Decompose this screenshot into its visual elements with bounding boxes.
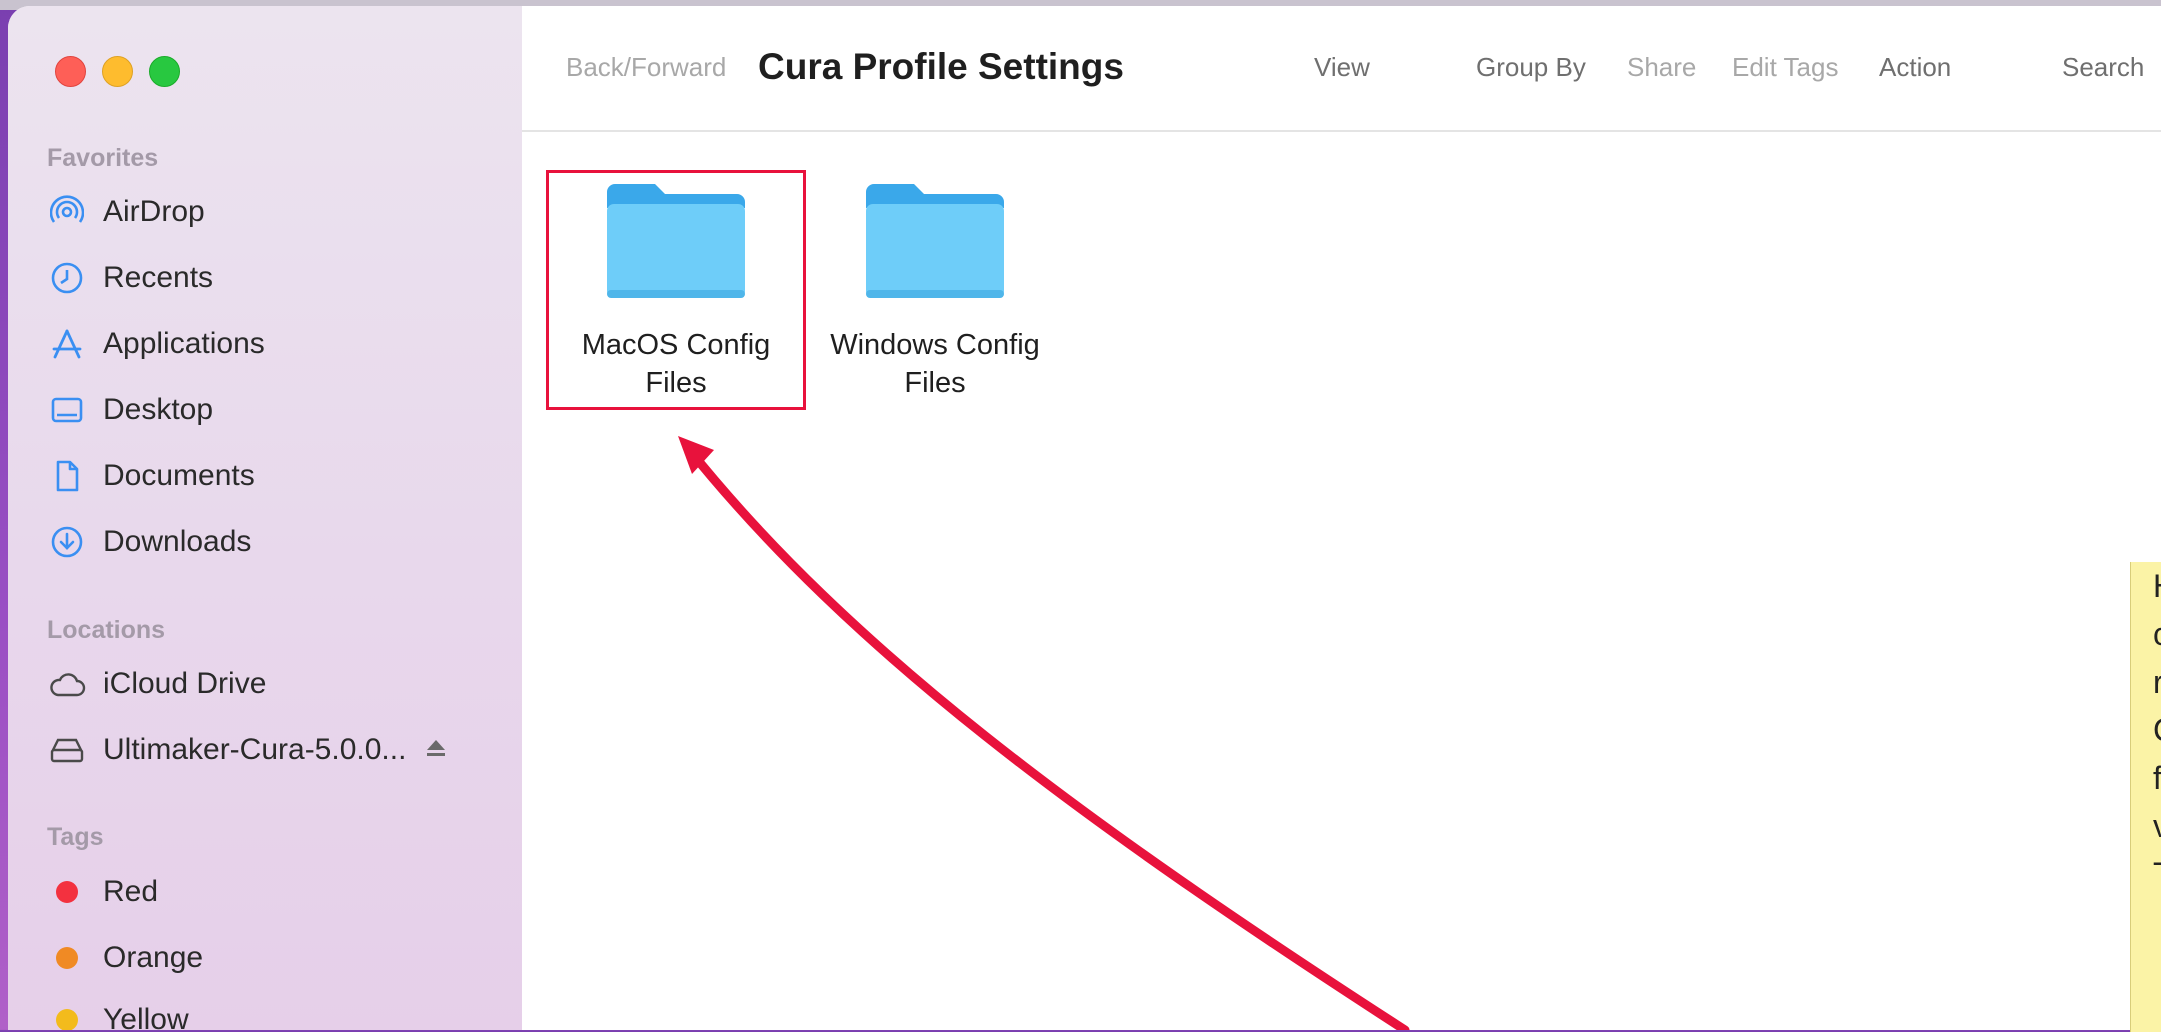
sidebar-tag-yellow[interactable]: Yellow: [47, 996, 487, 1030]
clock-icon: [47, 258, 87, 298]
highlight-box: [546, 170, 806, 410]
eject-icon[interactable]: [424, 733, 448, 767]
disk-icon: [47, 730, 87, 770]
sidebar-item-airdrop[interactable]: AirDrop: [47, 188, 487, 236]
desktop-icon: [47, 390, 87, 430]
minimize-button[interactable]: [102, 56, 133, 87]
toolbar: Back/Forward Cura Profile Settings View …: [522, 6, 2161, 132]
tag-color-dot: [56, 947, 78, 969]
note-line: c: [2153, 616, 2161, 652]
note-line: r: [2153, 664, 2161, 700]
note-line: H: [2131, 562, 2161, 610]
note-line: T: [2131, 850, 2161, 898]
sidebar-item-ultimaker-disk[interactable]: Ultimaker-Cura-5.0.0...: [47, 726, 487, 774]
sidebar-tag-red[interactable]: Red: [47, 868, 487, 916]
close-button[interactable]: [55, 56, 86, 87]
sidebar-tag-orange[interactable]: Orange: [47, 934, 487, 982]
note-line: C: [2131, 706, 2161, 754]
finder-window: Favorites AirDrop Recents Applications D…: [8, 6, 2161, 1030]
share-button[interactable]: Share: [1627, 52, 1696, 83]
tags-heading: Tags: [47, 823, 104, 851]
group-by-button[interactable]: Group By: [1476, 52, 1586, 83]
applications-icon: [47, 324, 87, 364]
folder-windows-config-files[interactable]: Windows Config Files: [825, 178, 1045, 402]
zoom-button[interactable]: [149, 56, 180, 87]
folder-label: Windows Config Files: [830, 329, 1040, 399]
folder-icon: [866, 184, 1004, 298]
note-line: f: [2153, 760, 2161, 796]
back-forward-button[interactable]: Back/Forward: [566, 52, 726, 83]
sidebar-item-recents[interactable]: Recents: [47, 254, 487, 302]
sidebar-item-applications[interactable]: Applications: [47, 320, 487, 368]
tag-color-dot: [56, 1009, 78, 1030]
sidebar: Favorites AirDrop Recents Applications D…: [8, 6, 523, 1030]
sticky-note: H c r C f v T: [2130, 562, 2161, 1032]
download-icon: [47, 522, 87, 562]
note-line: v: [2153, 808, 2161, 844]
cloud-icon: [47, 664, 87, 704]
sidebar-item-desktop[interactable]: Desktop: [47, 386, 487, 434]
edit-tags-button[interactable]: Edit Tags: [1732, 52, 1838, 83]
favorites-heading: Favorites: [47, 144, 159, 172]
search-button[interactable]: Search: [2062, 52, 2144, 83]
action-button[interactable]: Action: [1879, 52, 1951, 83]
window-title: Cura Profile Settings: [758, 46, 1124, 87]
sidebar-item-icloud-drive[interactable]: iCloud Drive: [47, 660, 487, 708]
airdrop-icon: [47, 192, 87, 232]
view-button[interactable]: View: [1314, 52, 1370, 83]
sidebar-item-documents[interactable]: Documents: [47, 452, 487, 500]
locations-heading: Locations: [47, 616, 166, 644]
sidebar-item-downloads[interactable]: Downloads: [47, 518, 487, 566]
tag-color-dot: [56, 881, 78, 903]
document-icon: [47, 456, 87, 496]
